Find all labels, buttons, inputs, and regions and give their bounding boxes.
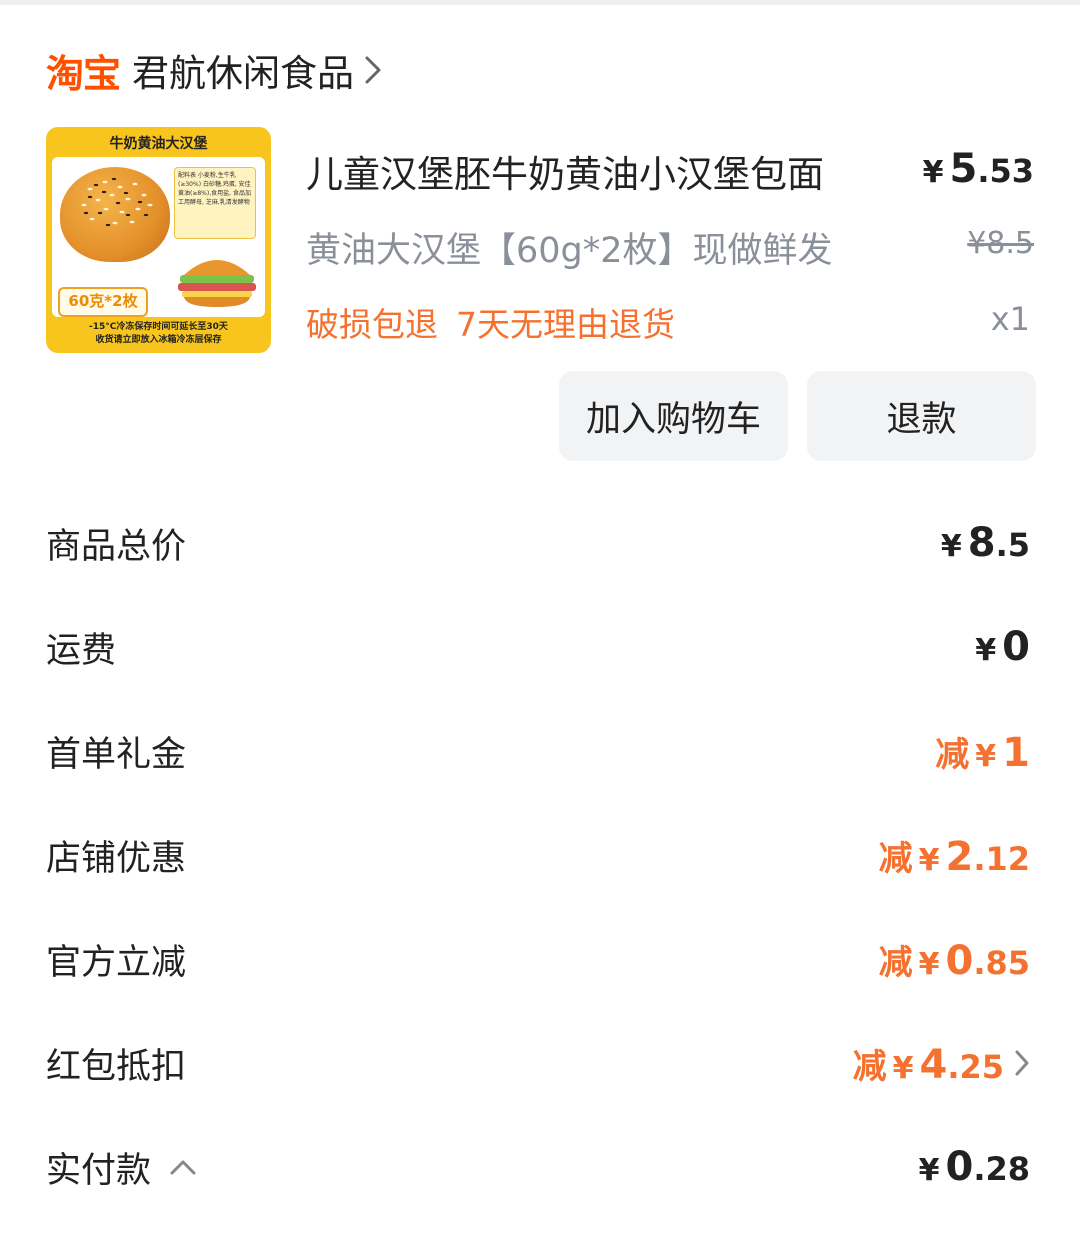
shipping-label: 运费 — [46, 630, 117, 671]
currency: ¥ — [918, 842, 940, 878]
weight-badge: 60克*2枚 — [58, 287, 148, 317]
shop-header[interactable]: 淘宝 君航休闲食品 — [46, 44, 382, 96]
paid-label-text: 实付款 — [46, 1150, 152, 1191]
amount-integer: 0 — [945, 1144, 974, 1190]
chevron-right-icon[interactable] — [1014, 1049, 1030, 1077]
currency: ¥ — [892, 1050, 914, 1086]
service-tags: 破损包退 7天无理由退货 — [306, 298, 693, 346]
product-image-title: 牛奶黄油大汉堡 — [109, 136, 208, 152]
amount-integer: 8 — [967, 520, 996, 566]
burger-graphic — [178, 260, 256, 307]
product-image[interactable]: 牛奶黄油大汉堡 配料表 小麦粉,生牛乳(≥30%) 白砂糖,鸡蛋, 安佳黄油(≥… — [46, 127, 271, 353]
ingredients-note: 配料表 小麦粉,生牛乳(≥30%) 白砂糖,鸡蛋, 安佳黄油(≥8%),食用盐,… — [174, 167, 256, 239]
sesame-seeds-graphic — [81, 177, 153, 227]
red-packet-value-wrap[interactable]: 减 ¥4.25 — [853, 1039, 1030, 1088]
summary-row-official: 官方立减 减 ¥0.85 — [46, 924, 1030, 994]
discount-prefix: 减 — [852, 1046, 887, 1087]
price-currency: ¥ — [922, 155, 944, 190]
amount-decimal: .12 — [973, 839, 1030, 878]
add-to-cart-button[interactable]: 加入购物车 — [559, 371, 788, 461]
amount-integer: 0 — [1002, 624, 1030, 670]
storage-note-line2: 收货请立即放入冰箱冷冻层保存 — [95, 335, 222, 345]
storage-note: -15°C冷冻保存时间可延长至30天 收货请立即放入冰箱冷冻层保存 — [46, 321, 271, 347]
summary-row-paid[interactable]: 实付款 ¥0.28 — [46, 1132, 1030, 1202]
first-order-value: 减 ¥1 — [935, 727, 1030, 776]
amount-decimal: .5 — [995, 526, 1030, 564]
store-discount-label: 店铺优惠 — [46, 838, 187, 879]
red-packet-value: 减 ¥4.25 — [853, 1039, 1004, 1088]
discount-prefix: 减 — [878, 838, 913, 879]
currency: ¥ — [940, 529, 962, 564]
paid-label[interactable]: 实付款 — [46, 1142, 197, 1193]
official-value: 减 ¥0.85 — [879, 935, 1030, 984]
amount-integer: 4 — [919, 1041, 948, 1088]
original-price: ¥8.5 — [967, 226, 1034, 261]
price-integer: 5 — [949, 146, 978, 192]
summary-row-store-discount: 店铺优惠 减 ¥2.12 — [46, 820, 1030, 890]
refund-button[interactable]: 退款 — [807, 371, 1036, 461]
product-price: ¥5.53 — [923, 146, 1034, 192]
product-spec: 黄油大汉堡【60g*2枚】现做鲜发 — [306, 231, 833, 271]
summary-row-red-packet[interactable]: 红包抵扣 减 ¥4.25 — [46, 1028, 1030, 1098]
currency: ¥ — [975, 633, 997, 668]
product-quantity: x1 — [990, 300, 1030, 338]
tag-damage-refund: 破损包退 — [306, 305, 438, 344]
paid-value: ¥0.28 — [919, 1144, 1030, 1190]
summary-row-first-order: 首单礼金 减 ¥1 — [46, 716, 1030, 786]
currency: ¥ — [918, 946, 940, 982]
total-value: ¥8.5 — [941, 520, 1030, 566]
amount-decimal: .85 — [973, 943, 1030, 982]
amount-integer: 0 — [945, 937, 974, 984]
taobao-logo: 淘宝 — [46, 51, 121, 96]
amount-decimal: .25 — [947, 1047, 1004, 1086]
amount-decimal: .28 — [973, 1150, 1030, 1188]
storage-note-line1: -15°C冷冻保存时间可延长至30天 — [89, 322, 228, 332]
first-order-label: 首单礼金 — [46, 734, 187, 775]
discount-prefix: 减 — [878, 942, 913, 983]
currency: ¥ — [975, 738, 997, 774]
shop-name[interactable]: 君航休闲食品 — [132, 43, 354, 97]
chevron-right-icon[interactable] — [364, 55, 382, 85]
store-discount-value: 减 ¥2.12 — [879, 831, 1030, 880]
red-packet-label: 红包抵扣 — [46, 1046, 187, 1087]
status-strip — [0, 0, 1080, 5]
chevron-up-icon[interactable] — [169, 1158, 197, 1176]
amount-integer: 2 — [945, 833, 974, 880]
official-label: 官方立减 — [46, 942, 187, 983]
shipping-value: ¥0 — [975, 624, 1030, 670]
total-label: 商品总价 — [46, 526, 187, 567]
tag-7day-return: 7天无理由退货 — [456, 305, 675, 344]
discount-prefix: 减 — [935, 734, 970, 775]
currency: ¥ — [918, 1153, 940, 1188]
amount-integer: 1 — [1002, 729, 1030, 776]
product-title[interactable]: 儿童汉堡胚牛奶黄油小汉堡包面 — [306, 144, 824, 198]
price-decimal: .53 — [977, 152, 1034, 190]
summary-row-shipping: 运费 ¥0 — [46, 612, 1030, 682]
summary-row-total: 商品总价 ¥8.5 — [46, 508, 1030, 578]
